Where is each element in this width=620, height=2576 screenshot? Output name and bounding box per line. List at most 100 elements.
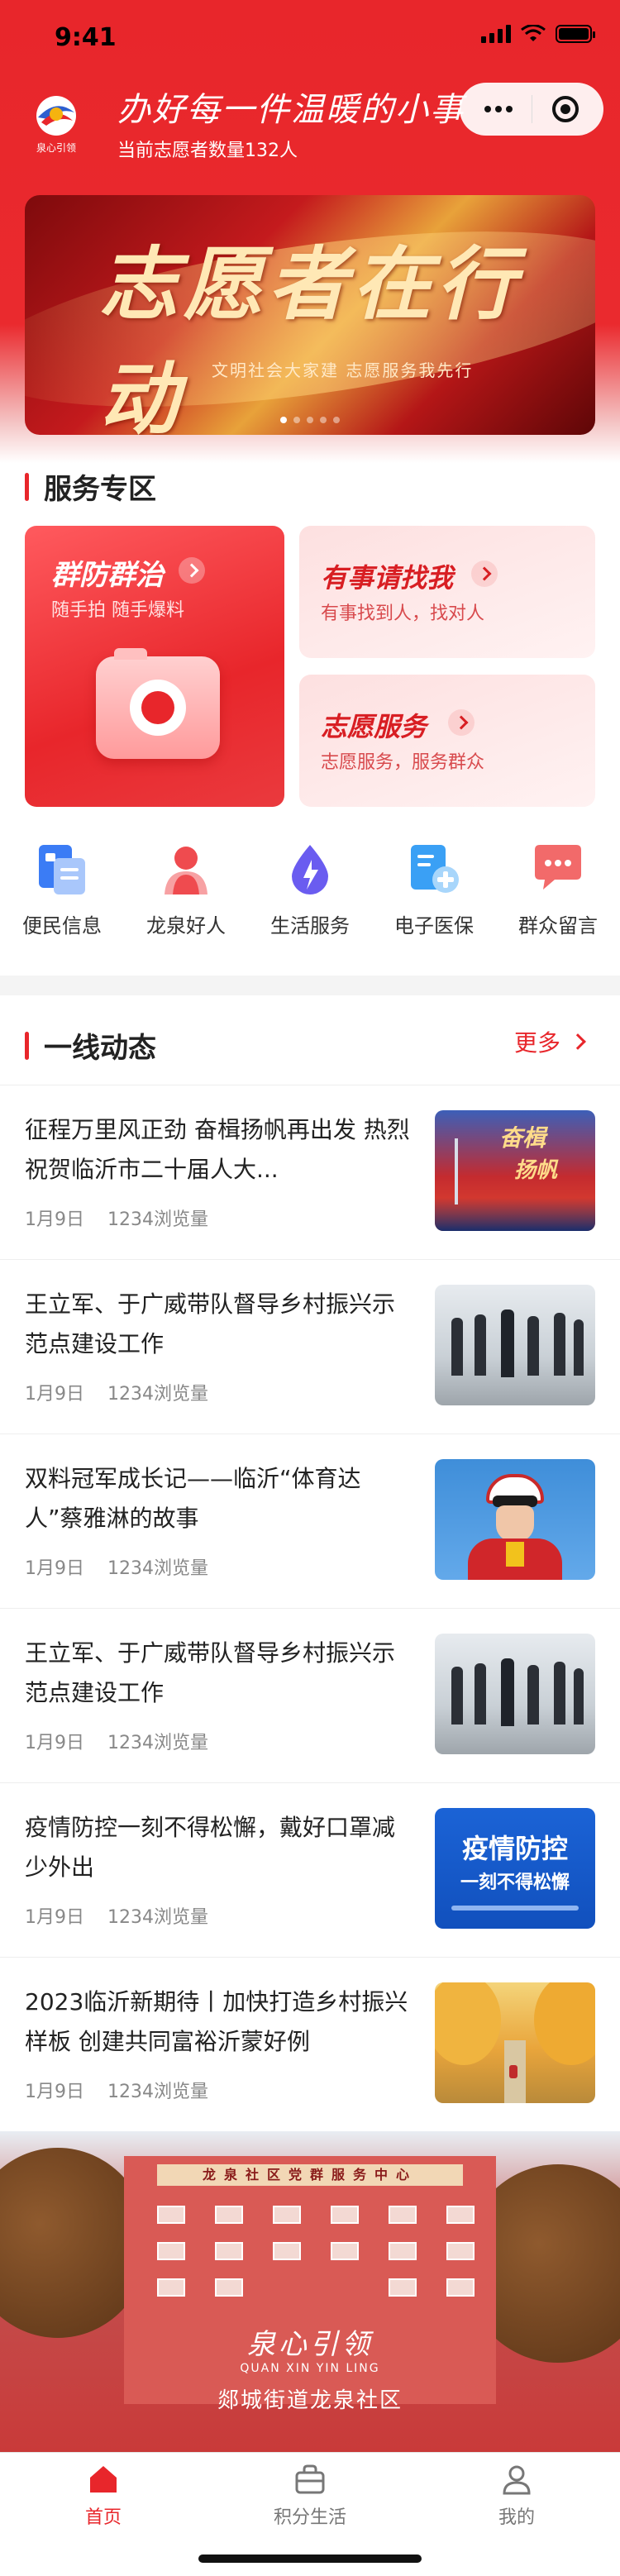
close-miniprogram-icon[interactable] [552, 96, 579, 122]
news-title: 征程万里风正劲 奋楫扬帆再出发 热烈祝贺临沂市二十届人大... [25, 1116, 410, 1183]
news-section-header: 一线动态 更多 [0, 995, 620, 1085]
news-item[interactable]: 王立军、于广威带队督导乡村振兴示范点建设工作 1月9日 1234浏览量 [0, 1259, 620, 1433]
banner-title: 志愿者在行动 [99, 237, 521, 435]
quick-entry-life-service[interactable]: 生活服务 [248, 842, 372, 957]
medical-card-icon [411, 845, 459, 893]
news-item[interactable]: 王立军、于广威带队督导乡村振兴示范点建设工作 1月9日 1234浏览量 [0, 1608, 620, 1782]
chevron-right-icon [471, 561, 498, 587]
quick-entry-good-people[interactable]: 龙泉好人 [124, 842, 248, 957]
banner-subtitle: 文明社会大家建 志愿服务我先行 [212, 360, 474, 380]
section-accent-bar [25, 472, 29, 501]
news-item[interactable]: 征程万里风正劲 奋楫扬帆再出发 热烈祝贺临沂市二十届人大... 1月9日 1234… [0, 1085, 620, 1259]
status-time: 9:41 [55, 23, 117, 52]
document-list-icon [39, 845, 85, 894]
person-icon [165, 847, 207, 894]
news-title: 疫情防控一刻不得松懈，戴好口罩减少外出 [25, 1814, 396, 1881]
section-divider [0, 976, 620, 995]
quick-entry-medical-insurance[interactable]: 电子医保 [372, 842, 496, 957]
banner-dot[interactable] [293, 417, 300, 423]
service-section-title: 服务专区 [44, 473, 156, 506]
slogan: 办好每一件温暖的小事 [117, 91, 465, 129]
thumb-text: 奋楫 [499, 1124, 546, 1152]
building-sign: 龙泉社区党群服务中心 [157, 2164, 463, 2186]
miniprogram-capsule [460, 83, 603, 136]
news-title: 王立军、于广威带队督导乡村振兴示范点建设工作 [25, 1639, 396, 1706]
community-banner: 龙泉社区党群服务中心 泉心引领 QUAN XIN YIN LING 郯城街道龙泉… [0, 2131, 620, 2452]
banner-dot[interactable] [333, 417, 340, 423]
quick-entry-label: 群众留言 [518, 914, 598, 937]
news-thumbnail [435, 1982, 595, 2103]
news-meta: 1月9日 1234浏览量 [25, 1902, 208, 1929]
news-views: 1234浏览量 [107, 2082, 208, 2102]
more-label: 更多 [513, 1029, 560, 1057]
signal-icon [481, 25, 511, 43]
tab-points-life[interactable]: 积分生活 [207, 2463, 413, 2529]
community-logo-title: 泉心引领 [247, 2328, 373, 2361]
thumb-text: 疫情防控 [461, 1833, 568, 1864]
chevron-right-icon [570, 1033, 586, 1050]
quick-entry-label: 生活服务 [270, 914, 350, 937]
news-item[interactable]: 双料冠军成长记——临沂“体育达人”蔡雅淋的故事 1月9日 1234浏览量 [0, 1433, 620, 1608]
more-icon[interactable] [484, 106, 513, 112]
tab-label: 积分生活 [273, 2507, 346, 2528]
banner-indicator [25, 417, 595, 423]
news-item[interactable]: 疫情防控一刻不得松懈，戴好口罩减少外出 1月9日 1234浏览量 疫情防控 一刻不… [0, 1782, 620, 1957]
community-logo-en: QUAN XIN YIN LING [240, 2362, 380, 2375]
news-date: 1月9日 [25, 1733, 84, 1753]
tab-home[interactable]: 首页 [0, 2463, 207, 2529]
tab-label: 我的 [498, 2507, 535, 2528]
thumb-text: 扬帆 [514, 1158, 558, 1183]
tab-mine[interactable]: 我的 [413, 2463, 620, 2529]
section-accent-bar [25, 1031, 29, 1060]
service-section-header: 服务专区 [25, 466, 156, 507]
service-card-subtitle: 有事找到人，找对人 [321, 603, 485, 624]
home-indicator [198, 2555, 422, 2563]
news-views: 1234浏览量 [107, 1384, 208, 1405]
community-subtitle: 郯城街道龙泉社区 [217, 2388, 403, 2413]
news-meta: 1月9日 1234浏览量 [25, 1379, 208, 1405]
service-card-title: 志愿服务 [321, 711, 427, 742]
wifi-icon [521, 25, 546, 41]
service-card-group-defense[interactable]: 群防群治 随手拍 随手爆料 [25, 526, 284, 807]
chevron-right-icon [179, 557, 205, 584]
droplet-bolt-icon [292, 845, 328, 894]
news-meta: 1月9日 1234浏览量 [25, 1205, 208, 1231]
service-card-volunteer[interactable]: 志愿服务 志愿服务，服务群众 [299, 675, 595, 807]
banner-dot[interactable] [280, 417, 287, 423]
quick-entry-message[interactable]: 群众留言 [496, 842, 620, 957]
tab-label: 首页 [84, 2507, 122, 2528]
brand-logo: 泉心引领 [23, 89, 89, 155]
more-link[interactable]: 更多 [513, 1025, 586, 1058]
news-thumbnail: 奋楫 扬帆 [435, 1110, 595, 1231]
news-meta: 1月9日 1234浏览量 [25, 1553, 208, 1580]
header: 9:41 泉心引领 办好每一件温暖的小事 当前志愿者数量132人 志愿者在行动 … [0, 0, 620, 463]
news-date: 1月9日 [25, 1209, 84, 1230]
brand: 泉心引领 办好每一件温暖的小事 当前志愿者数量132人 [23, 83, 465, 162]
news-section-title: 一线动态 [44, 1032, 156, 1065]
quick-entries: 便民信息 龙泉好人 生活服务 电子医保 群众留言 [0, 842, 620, 957]
chevron-right-icon [448, 709, 475, 736]
service-card-find-me[interactable]: 有事请找我 有事找到人，找对人 [299, 526, 595, 658]
thumb-text: 一刻不得松懈 [460, 1872, 570, 1893]
banner-dot[interactable] [320, 417, 327, 423]
quick-entry-label: 电子医保 [394, 914, 474, 937]
status-icons [481, 25, 595, 43]
news-meta: 1月9日 1234浏览量 [25, 2077, 208, 2103]
banner-dot[interactable] [307, 417, 313, 423]
quick-entry-convenience-info[interactable]: 便民信息 [0, 842, 124, 957]
logo-text: 泉心引领 [36, 142, 76, 154]
service-card-title: 群防群治 [51, 559, 164, 592]
news-thumbnail [435, 1459, 595, 1580]
news-date: 1月9日 [25, 1558, 84, 1579]
status-bar: 9:41 [0, 0, 620, 73]
news-views: 1234浏览量 [107, 1733, 208, 1753]
news-title-wrap: 一线动态 [25, 1025, 156, 1066]
bag-icon [295, 2464, 325, 2494]
user-icon [503, 2465, 531, 2495]
news-date: 1月9日 [25, 2082, 84, 2102]
news-meta: 1月9日 1234浏览量 [25, 1728, 208, 1754]
news-item[interactable]: 2023临沂新期待丨加快打造乡村振兴样板 创建共同富裕沂蒙好例 1月9日 1234… [0, 1957, 620, 2131]
battery-icon [556, 25, 595, 43]
banner-carousel[interactable]: 志愿者在行动 文明社会大家建 志愿服务我先行 [25, 195, 595, 435]
quick-entry-label: 便民信息 [22, 914, 102, 937]
